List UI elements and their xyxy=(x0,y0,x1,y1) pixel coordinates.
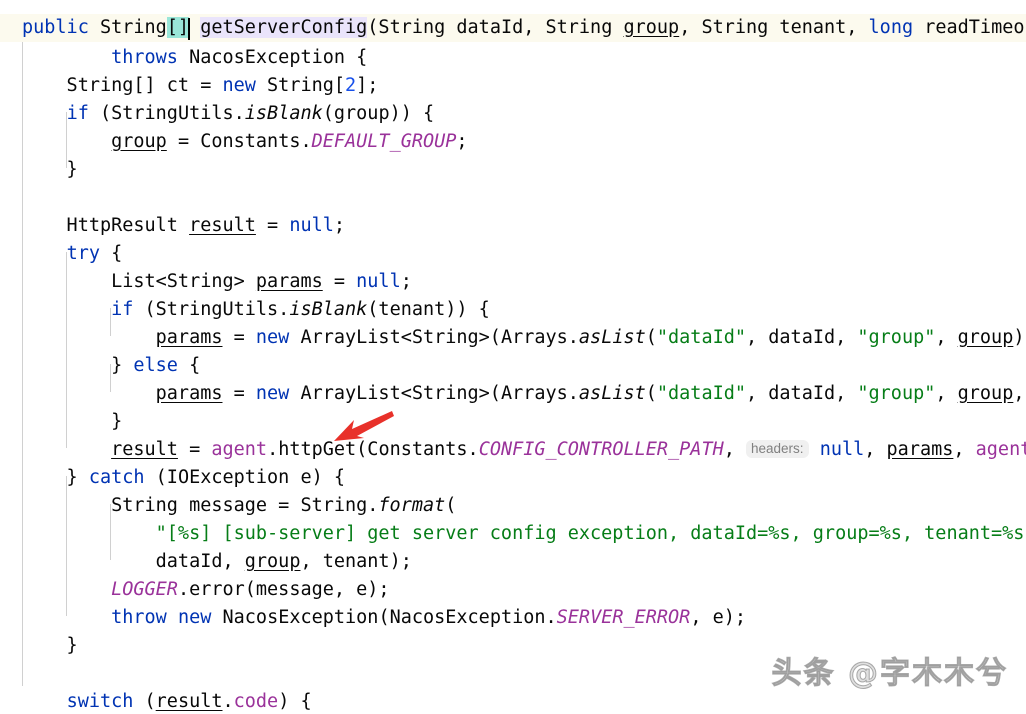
code-line-13[interactable]: } else { xyxy=(0,352,1026,380)
token-var-group: group xyxy=(111,131,167,152)
code-line-6[interactable]: } xyxy=(0,156,1026,184)
code-line-21[interactable]: LOGGER.error(message, e); xyxy=(0,576,1026,604)
code-line-5[interactable]: group = Constants.DEFAULT_GROUP; xyxy=(0,128,1026,156)
token-string-format: "[%s] [sub-server] get server config exc… xyxy=(155,523,1026,544)
token-const-logger: LOGGER xyxy=(111,579,178,600)
token-const-config-controller-path: CONFIG_CONTROLLER_PATH xyxy=(478,439,724,460)
text-caret xyxy=(188,18,190,40)
code-line-10[interactable]: List<String> params = null; xyxy=(0,268,1026,296)
code-line-3[interactable]: String[] ct = new String[2]; xyxy=(0,72,1026,100)
code-line-20[interactable]: dataId, group, tenant); xyxy=(0,548,1026,576)
code-line-19[interactable]: "[%s] [sub-server] get server config exc… xyxy=(0,520,1026,548)
code-editor[interactable]: public String[] getServerConfig(String d… xyxy=(0,0,1026,714)
code-line-15[interactable]: } xyxy=(0,408,1026,436)
token-var-result: result xyxy=(155,691,223,712)
code-line-12[interactable]: params = new ArrayList<String>(Arrays.as… xyxy=(0,324,1026,352)
token-var-params: params xyxy=(155,383,223,404)
code-line-1[interactable]: public String[] getServerConfig(String d… xyxy=(0,14,1026,42)
code-line-14[interactable]: params = new ArrayList<String>(Arrays.as… xyxy=(0,380,1026,408)
token-string-dataid: "dataId" xyxy=(656,327,746,348)
token-method-name: getServerConfig xyxy=(200,17,368,38)
code-line-18[interactable]: String message = String.format( xyxy=(0,492,1026,520)
inlay-hint-headers[interactable]: headers: xyxy=(746,440,809,458)
code-line-8[interactable]: HttpResult result = null; xyxy=(0,212,1026,240)
token-var-group: group xyxy=(623,17,680,38)
code-line-9[interactable]: try { xyxy=(0,240,1026,268)
token-var-params: params xyxy=(155,327,223,348)
token-const-default-group: DEFAULT_GROUP xyxy=(311,131,457,152)
token-field-agent: agent xyxy=(211,439,268,460)
code-line-17[interactable]: } catch (IOException e) { xyxy=(0,464,1026,492)
token-method-format: format xyxy=(378,495,446,516)
watermark: 头条 @字木木兮 xyxy=(771,656,1008,692)
code-line-4[interactable]: if (StringUtils.isBlank(group)) { xyxy=(0,100,1026,128)
token-method-isblank: isBlank xyxy=(244,103,323,124)
token-brace-match: [] xyxy=(166,17,190,38)
code-line-16[interactable]: result = agent.httpGet(Constants.CONFIG_… xyxy=(0,436,1026,464)
token-var-result: result xyxy=(111,439,178,460)
token-number: 2 xyxy=(345,75,357,96)
code-line-11[interactable]: if (StringUtils.isBlank(tenant)) { xyxy=(0,296,1026,324)
code-content[interactable]: public String[] getServerConfig(String d… xyxy=(0,0,1026,714)
code-line-22[interactable]: throw new NacosException(NacosException.… xyxy=(0,604,1026,632)
token-string-group: "group" xyxy=(857,327,936,348)
token-keyword-public: public xyxy=(22,17,89,38)
token-const-server-error: SERVER_ERROR xyxy=(556,607,691,628)
code-line-2[interactable]: throws NacosException { xyxy=(0,44,1026,72)
code-line-7[interactable] xyxy=(0,184,1026,212)
token-var-params: params xyxy=(255,271,323,292)
token-var-result: result xyxy=(189,215,256,236)
token-field-code: code xyxy=(233,691,279,712)
